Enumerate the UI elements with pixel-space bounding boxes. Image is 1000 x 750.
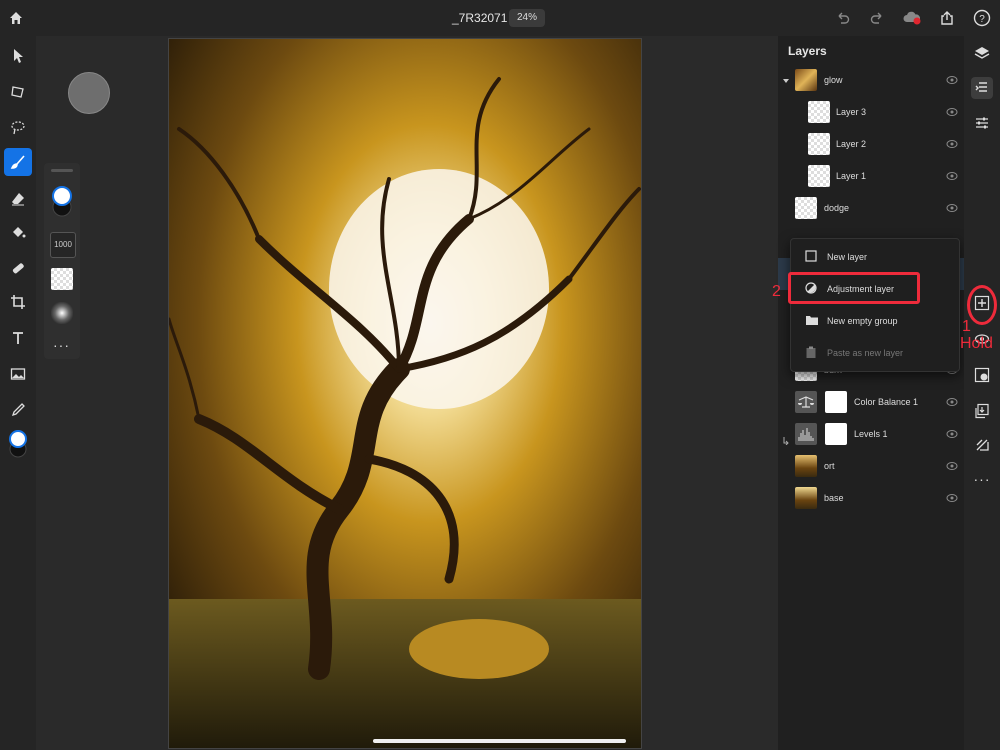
brush-tool-icon[interactable] xyxy=(4,148,32,176)
color-balance-icon xyxy=(795,391,817,413)
more-options-icon[interactable]: ··· xyxy=(53,337,70,353)
eyedropper-tool-icon[interactable] xyxy=(4,396,32,424)
crop-tool-icon[interactable] xyxy=(4,288,32,316)
healing-tool-icon[interactable] xyxy=(4,254,32,282)
folder-icon xyxy=(806,316,818,325)
help-icon[interactable]: ? xyxy=(972,8,992,28)
layer-properties-icon[interactable] xyxy=(971,77,993,99)
add-layer-menu: New layer Adjustment layer New empty gro… xyxy=(790,238,960,372)
layer-name: glow xyxy=(824,75,843,85)
visibility-eye-icon[interactable] xyxy=(946,397,958,407)
svg-text:?: ? xyxy=(979,14,985,25)
fill-tool-icon[interactable] xyxy=(4,218,32,246)
home-icon[interactable] xyxy=(6,8,26,28)
more-layer-options-icon[interactable]: ··· xyxy=(971,468,993,490)
levels-icon xyxy=(795,423,817,445)
lasso-tool-icon[interactable] xyxy=(4,114,32,142)
brush-opacity-swatch[interactable] xyxy=(51,268,73,290)
layer-name: ort xyxy=(824,461,835,471)
layer-thumbnail xyxy=(795,487,817,509)
layer-thumbnail xyxy=(808,133,830,155)
layer-name: Color Balance 1 xyxy=(854,397,919,407)
layer-name: base xyxy=(824,493,844,503)
drag-handle[interactable] xyxy=(51,169,73,172)
menu-item-new-empty-group[interactable]: New empty group xyxy=(791,305,959,337)
layer-thumbnail xyxy=(795,69,817,91)
visibility-eye-icon[interactable] xyxy=(946,107,958,117)
visibility-eye-icon[interactable] xyxy=(946,139,958,149)
canvas-image[interactable] xyxy=(168,38,642,749)
brush-preview xyxy=(68,72,110,114)
menu-item-label: New empty group xyxy=(827,316,898,326)
menu-item-new-layer[interactable]: New layer xyxy=(791,241,959,273)
home-indicator[interactable] xyxy=(373,739,626,743)
undo-icon[interactable] xyxy=(833,8,853,28)
annotation-hold: Hold xyxy=(960,335,993,352)
right-toolbar: ··· xyxy=(964,36,1000,750)
adjustments-sliders-icon[interactable] xyxy=(971,112,993,134)
visibility-eye-icon[interactable] xyxy=(946,429,958,439)
merge-down-icon[interactable] xyxy=(971,400,993,422)
clipboard-icon xyxy=(806,346,816,358)
brush-color-swatch-icon[interactable] xyxy=(50,185,74,224)
layer-row-levels-1[interactable]: Levels 1 xyxy=(778,420,964,450)
annotation-highlight-circle xyxy=(967,285,997,325)
square-icon xyxy=(805,250,817,262)
color-swatch-icon[interactable] xyxy=(4,430,32,458)
layer-row-layer-1[interactable]: Layer 1 xyxy=(778,162,964,192)
annotation-step-2: 2 xyxy=(772,283,781,300)
visibility-eye-icon[interactable] xyxy=(946,493,958,503)
top-bar: _7R32071 24% ? xyxy=(0,0,1000,36)
layer-row-color-balance-1[interactable]: Color Balance 1 xyxy=(778,388,964,418)
layer-thumbnail xyxy=(808,101,830,123)
layer-row-layer-2[interactable]: Layer 2 xyxy=(778,130,964,160)
layer-mask-thumbnail xyxy=(825,423,847,445)
collapse-arrow-icon[interactable] xyxy=(782,77,790,85)
zoom-level-badge[interactable]: 24% xyxy=(509,9,545,27)
mask-icon[interactable] xyxy=(971,364,993,386)
annotation-highlight-box xyxy=(788,272,920,304)
share-icon[interactable] xyxy=(937,8,957,28)
cloud-sync-icon[interactable] xyxy=(902,8,922,28)
layer-mask-thumbnail xyxy=(825,391,847,413)
visibility-eye-icon[interactable] xyxy=(946,461,958,471)
layer-row-glow[interactable]: glow xyxy=(778,66,964,96)
clip-arrow-icon xyxy=(783,437,789,445)
brush-options-panel xyxy=(44,163,80,359)
layer-thumbnail xyxy=(808,165,830,187)
menu-item-label: Paste as new layer xyxy=(827,348,904,358)
left-toolbar xyxy=(0,36,36,750)
layer-row-ort[interactable]: ort xyxy=(778,452,964,482)
layer-name: Levels 1 xyxy=(854,429,888,439)
document-title[interactable]: _7R32071 xyxy=(452,11,507,25)
layer-name: Layer 1 xyxy=(836,171,867,181)
layers-panel: Layers glow Layer 3 Layer 2 Layer 1 dodg… xyxy=(778,36,964,750)
layer-thumbnail xyxy=(795,455,817,477)
menu-item-label: New layer xyxy=(827,252,868,262)
layers-stack-icon[interactable] xyxy=(971,42,993,64)
layer-row-layer-3[interactable]: Layer 3 xyxy=(778,98,964,128)
visibility-eye-icon[interactable] xyxy=(946,203,958,213)
layer-row-base[interactable]: base xyxy=(778,484,964,514)
brush-size-field[interactable]: 1000 xyxy=(50,232,76,258)
visibility-eye-icon[interactable] xyxy=(946,75,958,85)
image-tool-icon[interactable] xyxy=(4,360,32,388)
layers-panel-title: Layers xyxy=(788,44,827,58)
annotation-step-1: 1 xyxy=(962,318,971,335)
brush-softness-swatch[interactable] xyxy=(51,302,73,324)
layer-name: Layer 2 xyxy=(836,139,867,149)
layer-name: Layer 3 xyxy=(836,107,867,117)
eraser-tool-icon[interactable] xyxy=(4,184,32,212)
layer-name: dodge xyxy=(824,203,850,213)
clear-layer-icon[interactable] xyxy=(971,434,993,456)
select-tool-icon[interactable] xyxy=(4,42,32,70)
visibility-eye-icon[interactable] xyxy=(946,171,958,181)
redo-icon[interactable] xyxy=(867,8,887,28)
transform-tool-icon[interactable] xyxy=(4,78,32,106)
layer-thumbnail xyxy=(795,197,817,219)
type-tool-icon[interactable] xyxy=(4,324,32,352)
layer-row-dodge[interactable]: dodge xyxy=(778,194,964,224)
menu-item-paste-as-new-layer[interactable]: Paste as new layer xyxy=(791,337,959,369)
